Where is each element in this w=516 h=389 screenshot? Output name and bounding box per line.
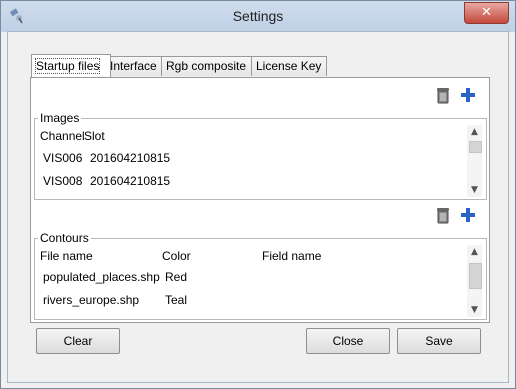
contour-file: rivers_europe.shp (43, 293, 140, 307)
image-slot: 201604210815 (90, 174, 171, 188)
scroll-down-arrow-icon[interactable]: ▼ (467, 303, 482, 317)
contour-color: Red (165, 270, 188, 284)
image-channel: VIS006 (43, 151, 83, 165)
close-button[interactable]: Close (306, 328, 390, 354)
images-list[interactable]: Channel Slot VIS006 201604210815 VIS008 … (37, 125, 483, 197)
title-bar[interactable]: Settings ✕ (1, 1, 515, 32)
contours-group: Contours File name Color Field name popu… (34, 231, 487, 320)
images-scrollbar[interactable]: ▲ ▼ (467, 125, 482, 197)
window-title: Settings (232, 8, 284, 24)
tab-startup-files[interactable]: Startup files (31, 54, 111, 77)
column-header-channel[interactable]: Channel (40, 129, 85, 143)
tab-rgb-composite[interactable]: Rgb composite (161, 56, 258, 76)
column-header-slot[interactable]: Slot (84, 129, 105, 143)
images-group: Images Channel Slot VIS006 201604210815 … (34, 111, 487, 200)
save-button[interactable]: Save (397, 328, 481, 354)
contours-group-title: Contours (38, 231, 91, 245)
scroll-thumb[interactable] (469, 141, 482, 153)
scroll-up-arrow-icon[interactable]: ▲ (467, 125, 482, 139)
images-group-title: Images (38, 111, 82, 125)
trash-icon[interactable] (434, 206, 452, 224)
contour-file: populated_places.shp (43, 270, 160, 284)
scroll-down-arrow-icon[interactable]: ▼ (467, 183, 482, 197)
scroll-thumb[interactable] (469, 263, 482, 289)
trash-icon[interactable] (434, 86, 452, 104)
add-contour-plus-icon[interactable] (459, 206, 477, 224)
image-channel: VIS008 (43, 174, 83, 188)
scroll-up-arrow-icon[interactable]: ▲ (467, 245, 482, 259)
column-header-color[interactable]: Color (162, 249, 191, 263)
add-image-plus-icon[interactable] (459, 86, 477, 104)
window-close-button[interactable]: ✕ (464, 2, 509, 24)
contours-list[interactable]: File name Color Field name populated_pla… (37, 245, 483, 317)
contour-color: Teal (165, 293, 188, 307)
clear-button[interactable]: Clear (36, 328, 120, 354)
image-slot: 201604210815 (90, 151, 171, 165)
column-header-file-name[interactable]: File name (40, 249, 93, 263)
contours-scrollbar[interactable]: ▲ ▼ (467, 245, 482, 317)
tab-interface[interactable]: Interface (105, 56, 167, 76)
tab-license-key[interactable]: License Key (251, 56, 327, 76)
tab-panel-startup-files: Images Channel Slot VIS006 201604210815 … (30, 77, 490, 323)
column-header-field-name[interactable]: Field name (262, 249, 321, 263)
